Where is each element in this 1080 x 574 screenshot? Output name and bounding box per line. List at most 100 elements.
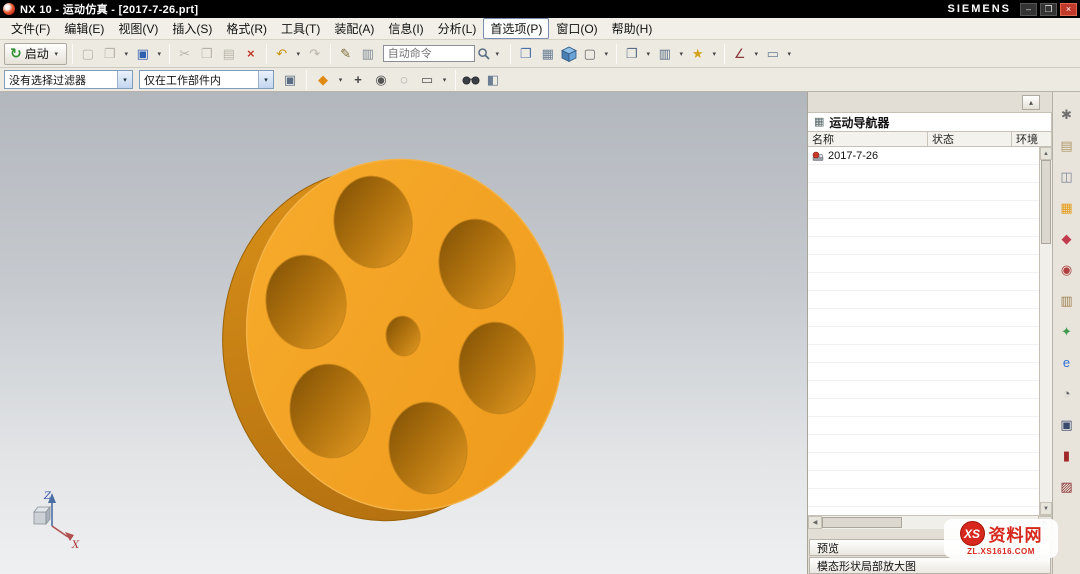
menu-item-4[interactable]: 格式(R): [219, 18, 274, 39]
delete-button[interactable]: ×: [241, 43, 261, 64]
menu-item-3[interactable]: 插入(S): [165, 18, 219, 39]
vertical-scroll-thumb[interactable]: [1041, 160, 1051, 244]
hd3d-tool-icon[interactable]: ◉: [1057, 260, 1076, 279]
triad-z-label: Z: [43, 491, 52, 502]
menubar: 文件(F)编辑(E)视图(V)插入(S)格式(R)工具(T)装配(A)信息(I)…: [0, 18, 1080, 40]
snap-end-point-button[interactable]: +: [348, 69, 368, 90]
copy-button[interactable]: ❐: [197, 43, 217, 64]
cut-button[interactable]: ✂: [175, 43, 195, 64]
scroll-left-icon[interactable]: ◀: [808, 516, 822, 529]
menu-item-5[interactable]: 工具(T): [274, 18, 327, 39]
window-title: NX 10 - 运动仿真 - [2017-7-26.prt]: [20, 1, 198, 17]
minimize-button[interactable]: –: [1020, 3, 1037, 16]
history-icon[interactable]: ◔: [1057, 384, 1076, 403]
graphics-viewport[interactable]: Z X: [0, 92, 807, 574]
selection-scope-combo[interactable]: 仅在工作部件内 ▾: [139, 70, 274, 89]
sketch-button[interactable]: ✎: [336, 43, 356, 64]
menu-item-8[interactable]: 分析(L): [431, 18, 484, 39]
measure-dropdown-icon[interactable]: ▾: [752, 43, 761, 64]
layout-button[interactable]: ▦: [538, 43, 558, 64]
assembly-navigator-icon[interactable]: ▤: [1057, 136, 1076, 155]
close-button[interactable]: ×: [1060, 3, 1077, 16]
measure-angle-button[interactable]: ∠: [730, 43, 750, 64]
constraint-navigator-icon[interactable]: ◫: [1057, 167, 1076, 186]
menu-item-10[interactable]: 窗口(O): [549, 18, 604, 39]
navigator-header[interactable]: ▦ 运动导航器: [808, 112, 1052, 132]
rectangle-select-button[interactable]: ▭: [417, 69, 437, 90]
horizontal-scroll-thumb[interactable]: [822, 517, 902, 528]
navigator-tree[interactable]: 2017-7-26: [808, 147, 1039, 515]
command-finder: ▾: [383, 43, 502, 64]
panel-options-button[interactable]: ▴: [1022, 95, 1040, 110]
web-browser-icon[interactable]: e: [1057, 353, 1076, 372]
menu-item-0[interactable]: 文件(F): [4, 18, 57, 39]
scroll-up-icon[interactable]: ▲: [1040, 147, 1052, 160]
start-button[interactable]: ↻ 启动 ▾: [4, 43, 67, 65]
select-scope-button[interactable]: ▣: [280, 69, 300, 90]
measure-distance-button[interactable]: ▭: [763, 43, 783, 64]
snapshot-button[interactable]: ★: [688, 43, 708, 64]
snapshot-dropdown-icon[interactable]: ▾: [710, 43, 719, 64]
chevron-down-icon[interactable]: ▾: [117, 71, 132, 88]
orient-view-button[interactable]: ❐: [622, 43, 642, 64]
search-icon[interactable]: [477, 47, 491, 61]
selection-filter-combo[interactable]: 没有选择过滤器 ▾: [4, 70, 133, 89]
tree-item-simulation[interactable]: 2017-7-26: [808, 147, 1039, 164]
arrange-button[interactable]: ▥: [655, 43, 675, 64]
snap-point-button[interactable]: ◆: [313, 69, 333, 90]
redo-button[interactable]: ↷: [305, 43, 325, 64]
resource-options-gear-icon[interactable]: ✱: [1057, 105, 1076, 124]
view-triad: Z X: [34, 491, 80, 551]
roles-icon[interactable]: ▮: [1057, 446, 1076, 465]
scroll-down-icon[interactable]: ▼: [1040, 502, 1052, 515]
shaded-view-cube-icon[interactable]: [560, 45, 578, 63]
system-scenes-icon[interactable]: ▨: [1057, 477, 1076, 496]
save-dropdown-icon[interactable]: ▾: [155, 43, 164, 64]
menu-item-6[interactable]: 装配(A): [327, 18, 381, 39]
column-status[interactable]: 状态: [928, 132, 1012, 146]
separator: [455, 70, 456, 90]
chevron-down-icon[interactable]: ▾: [258, 71, 273, 88]
finder-dropdown-icon[interactable]: ▾: [493, 43, 502, 64]
orient-view-dropdown-icon[interactable]: ▾: [644, 43, 653, 64]
window-button[interactable]: ❐: [516, 43, 536, 64]
menu-item-7[interactable]: 信息(I): [381, 18, 430, 39]
view-style-dropdown-icon[interactable]: ▾: [602, 43, 611, 64]
menu-item-2[interactable]: 视图(V): [111, 18, 165, 39]
select-mode-dropdown-icon[interactable]: ▾: [440, 69, 449, 90]
modal-shape-section-bar[interactable]: 模态形状局部放大图: [809, 557, 1051, 574]
snap-arc-center-button[interactable]: ◉: [371, 69, 391, 90]
column-name[interactable]: 名称: [808, 132, 928, 146]
paste-button[interactable]: ▤: [219, 43, 239, 64]
glasses-icon[interactable]: [462, 74, 480, 86]
column-environment[interactable]: 环境: [1012, 132, 1052, 146]
open-button[interactable]: ❐: [100, 43, 120, 64]
watermark: XS 资料网 ZL.XS1616.COM: [944, 519, 1058, 558]
reuse-library-icon[interactable]: ◆: [1057, 229, 1076, 248]
menu-item-9[interactable]: 首选项(P): [483, 18, 549, 39]
show-hide-cube-button[interactable]: ◧: [483, 69, 503, 90]
menu-item-1[interactable]: 编辑(E): [57, 18, 111, 39]
new-button[interactable]: ▢: [78, 43, 98, 64]
snap-point-dropdown-icon[interactable]: ▾: [336, 69, 345, 90]
command-finder-input[interactable]: [383, 45, 475, 62]
save-button[interactable]: ▣: [133, 43, 153, 64]
toolbar-overflow-icon[interactable]: ▾: [785, 43, 794, 64]
arrange-dropdown-icon[interactable]: ▾: [677, 43, 686, 64]
part-navigator-icon[interactable]: ▦: [1057, 198, 1076, 217]
snap-point-on-curve-button[interactable]: ◌: [394, 69, 414, 90]
undo-button[interactable]: ↶: [272, 43, 292, 64]
clipboard-button[interactable]: ▥: [358, 43, 378, 64]
undo-dropdown-icon[interactable]: ▾: [294, 43, 303, 64]
process-studio-icon[interactable]: ▣: [1057, 415, 1076, 434]
open-dropdown-icon[interactable]: ▾: [122, 43, 131, 64]
viewport-canvas: Z X: [0, 92, 807, 574]
maximize-button[interactable]: ❐: [1040, 3, 1057, 16]
start-dropdown-icon[interactable]: ▾: [52, 43, 61, 64]
view-style-button[interactable]: ▢: [580, 43, 600, 64]
vertical-scrollbar[interactable]: ▲ ▼: [1039, 147, 1052, 515]
visual-reports-icon[interactable]: ▥: [1057, 291, 1076, 310]
manufacturing-wizards-icon[interactable]: ✦: [1057, 322, 1076, 341]
menu-item-11[interactable]: 帮助(H): [605, 18, 660, 39]
separator: [724, 44, 725, 64]
